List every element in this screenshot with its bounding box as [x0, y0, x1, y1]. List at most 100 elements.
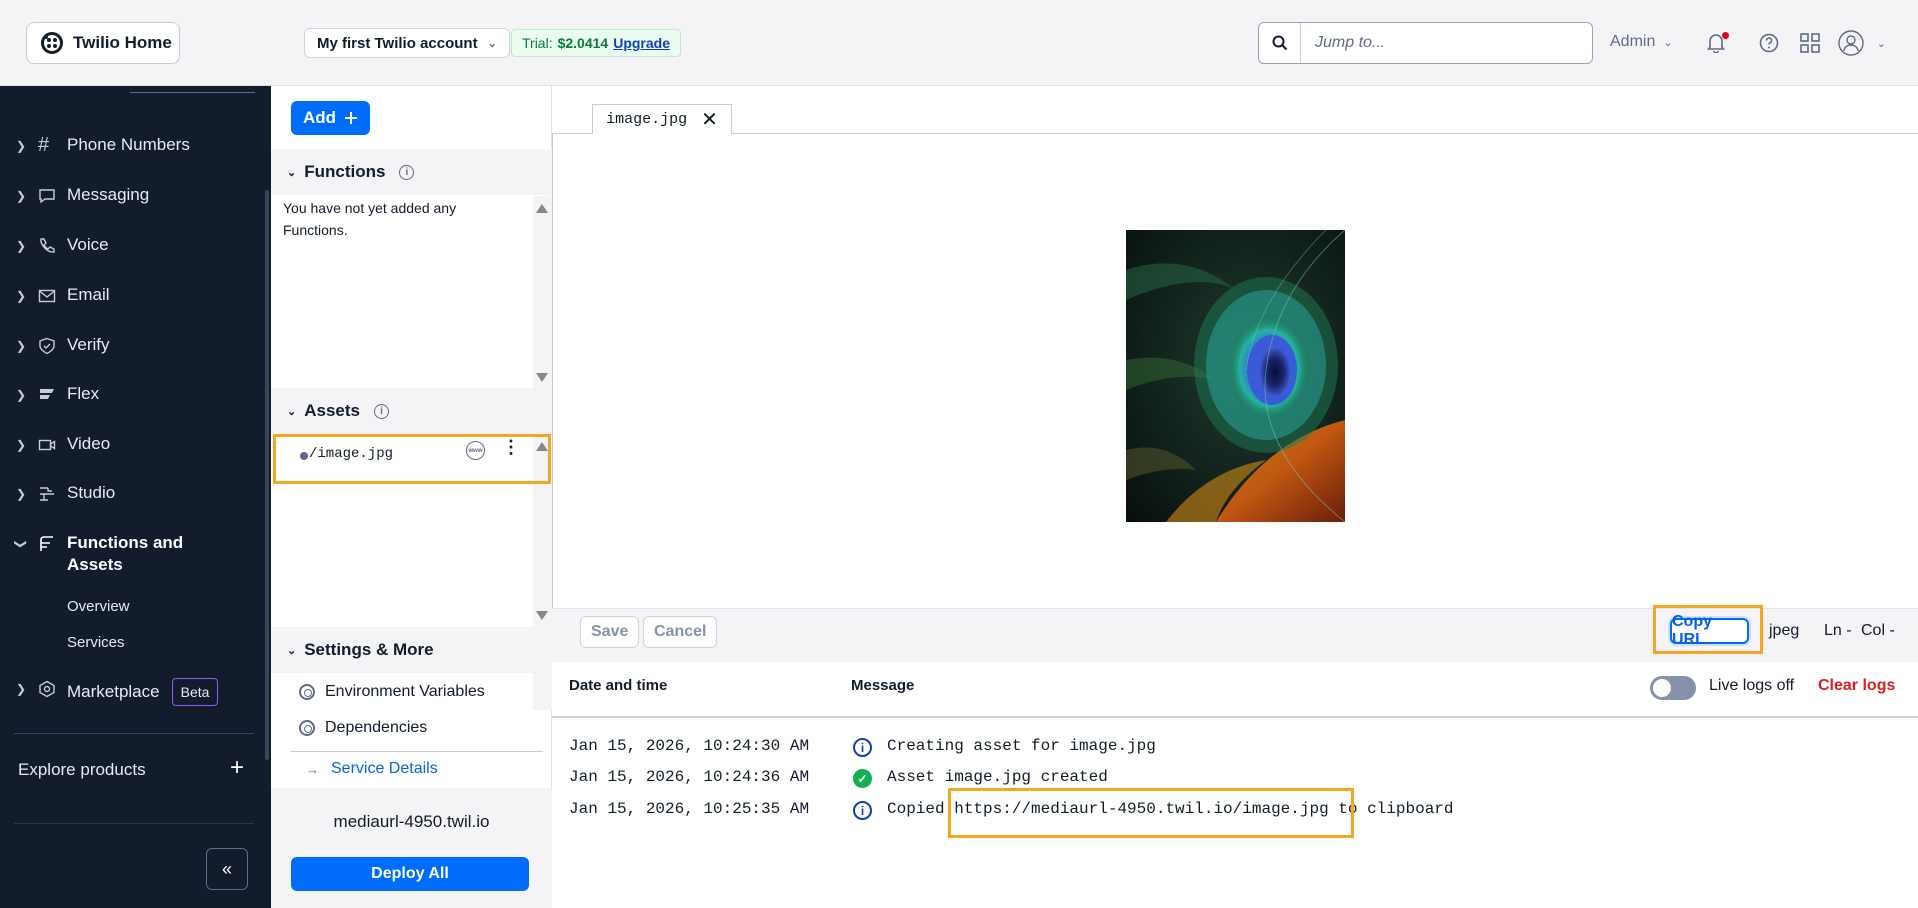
editor-tab-bar [552, 86, 1918, 134]
check-circle-icon: ✓ [853, 769, 872, 788]
log-message: Creating asset for image.jpg [887, 737, 1156, 755]
search-input[interactable] [1301, 34, 1592, 52]
notification-dot [1722, 32, 1729, 39]
trial-amount: $2.0414 [557, 35, 609, 51]
chevron-down-icon: ⌄ [487, 37, 497, 50]
add-label: Add [302, 108, 337, 127]
admin-label: Admin [1610, 33, 1656, 50]
account-selector[interactable]: My first Twilio account ⌄ [304, 28, 510, 58]
sidebar-item-email[interactable]: ❯ Email [0, 284, 262, 310]
sidebar-item-label: Phone Numbers [67, 135, 190, 154]
dependencies-link[interactable]: Dependencies [299, 719, 427, 737]
app-grid-icon[interactable] [1797, 30, 1823, 56]
sidebar-item-phone-numbers[interactable]: ❯ # Phone Numbers [0, 134, 262, 160]
functions-empty-text: You have not yet added any Functions. [283, 200, 457, 238]
sidebar-item-verify[interactable]: ❯ Verify [0, 334, 262, 360]
settings-section-header[interactable]: ⌄ Settings & More [271, 627, 552, 673]
user-avatar-icon [1838, 30, 1864, 56]
sidebar-divider [14, 733, 254, 734]
help-icon[interactable] [1756, 30, 1782, 56]
chevron-down-icon: ⌄ [287, 405, 297, 418]
collapse-sidebar-button[interactable]: « [206, 848, 248, 890]
beta-badge: Beta [171, 678, 219, 706]
gear-icon [299, 684, 315, 700]
chevron-down-icon: ⌄ [1663, 36, 1673, 49]
clear-logs-button[interactable]: Clear logs [1818, 677, 1895, 695]
sidebar-item-functions-and-assets[interactable]: ❯ Functions and Assets [0, 532, 262, 580]
copied-url-highlight [948, 788, 1354, 838]
sidebar-scrollbar[interactable] [265, 190, 269, 760]
search-icon[interactable] [1259, 23, 1301, 63]
explore-products-link[interactable]: Explore products [18, 760, 146, 780]
peacock-feather-image [1126, 230, 1345, 522]
environment-variables-label: Environment Variables [325, 683, 485, 700]
sidebar-subitem-overview[interactable]: Overview [67, 598, 130, 615]
file-type-label: jpeg [1769, 622, 1800, 639]
environment-variables-link[interactable]: Environment Variables [299, 683, 485, 701]
plus-icon[interactable]: + [230, 754, 244, 782]
chevron-right-icon: ❯ [16, 139, 27, 153]
sidebar-item-voice[interactable]: ❯ Voice [0, 234, 262, 260]
scroll-down-arrow-icon[interactable] [536, 373, 548, 382]
bell-icon[interactable] [1703, 30, 1729, 56]
cancel-button[interactable]: Cancel [643, 616, 718, 648]
sidebar-item-label: Marketplace [67, 682, 160, 701]
log-timestamp: Jan 15, 2026, 10:24:30 AM [569, 737, 810, 755]
sidebar-divider [14, 823, 254, 824]
info-icon: i [853, 801, 872, 820]
info-icon[interactable]: i [373, 403, 389, 419]
sidebar-item-marketplace[interactable]: ❯ Marketplace Beta [0, 676, 262, 706]
upgrade-link[interactable]: Upgrade [613, 35, 670, 51]
admin-menu[interactable]: Admin ⌄ [1610, 33, 1673, 51]
double-chevron-left-icon: « [221, 858, 232, 879]
more-options-icon[interactable]: ⋮ [502, 438, 520, 456]
trial-label: Trial: [522, 35, 553, 51]
plus-icon [345, 112, 358, 124]
sidebar-top-divider [130, 92, 255, 93]
tab-label: image.jpg [606, 111, 688, 128]
service-details-link[interactable]: → Service Details [306, 760, 438, 778]
tab-image-jpg[interactable]: image.jpg ✕ [592, 104, 732, 135]
trial-badge: Trial: $2.0414 Upgrade [511, 29, 681, 57]
scroll-up-arrow-icon[interactable] [536, 204, 548, 213]
service-details-label: Service Details [331, 760, 438, 777]
assets-section-header[interactable]: ⌄ Assets i [271, 388, 552, 434]
sidebar-item-video[interactable]: ❯ Video [0, 433, 262, 459]
settings-header-label: Settings & More [304, 640, 434, 659]
sidebar-item-studio[interactable]: ❯ Studio [0, 482, 262, 508]
user-menu[interactable]: ⌄ [1838, 30, 1886, 56]
chevron-right-icon: ❯ [16, 388, 27, 402]
search-box[interactable] [1258, 22, 1593, 64]
assets-header-label: Assets [304, 401, 360, 420]
save-button[interactable]: Save [580, 616, 640, 648]
column-indicator: Col - [1861, 622, 1895, 639]
chevron-right-icon: ❯ [16, 682, 27, 696]
sidebar-item-label: Email [67, 285, 110, 304]
video-icon [38, 439, 56, 451]
sidebar-item-label: Flex [67, 384, 100, 403]
marketplace-icon [39, 680, 55, 698]
live-logs-toggle[interactable] [1650, 676, 1696, 700]
chevron-down-icon: ⌄ [1876, 37, 1886, 50]
sidebar-item-messaging[interactable]: ❯ Messaging [0, 184, 262, 210]
twilio-home-button[interactable]: Twilio Home [26, 22, 180, 64]
asset-name: /image.jpg [309, 446, 394, 462]
info-icon[interactable]: i [399, 164, 415, 180]
close-icon[interactable]: ✕ [701, 110, 718, 130]
service-domain: mediaurl-4950.twil.io [333, 812, 490, 831]
asset-status-dot [300, 452, 308, 460]
sidebar-subitem-services[interactable]: Services [67, 634, 125, 651]
shield-icon [39, 337, 55, 355]
log-timestamp: Jan 15, 2026, 10:25:35 AM [569, 800, 810, 818]
sidebar-item-flex[interactable]: ❯ Flex [0, 383, 262, 409]
add-button[interactable]: Add [291, 101, 370, 135]
public-visibility-icon[interactable]: www [466, 441, 485, 460]
account-name: My first Twilio account [317, 34, 478, 52]
copy-url-button[interactable]: Copy URL [1670, 613, 1749, 648]
asset-item-image-jpg[interactable]: /image.jpg www ⋮ [273, 434, 551, 484]
deploy-all-button[interactable]: Deploy All [291, 857, 529, 891]
log-message: Asset image.jpg created [887, 768, 1108, 786]
functions-section-header[interactable]: ⌄ Functions i [271, 149, 552, 195]
chevron-right-icon: ❯ [16, 339, 27, 353]
scroll-down-arrow-icon[interactable] [536, 611, 548, 620]
